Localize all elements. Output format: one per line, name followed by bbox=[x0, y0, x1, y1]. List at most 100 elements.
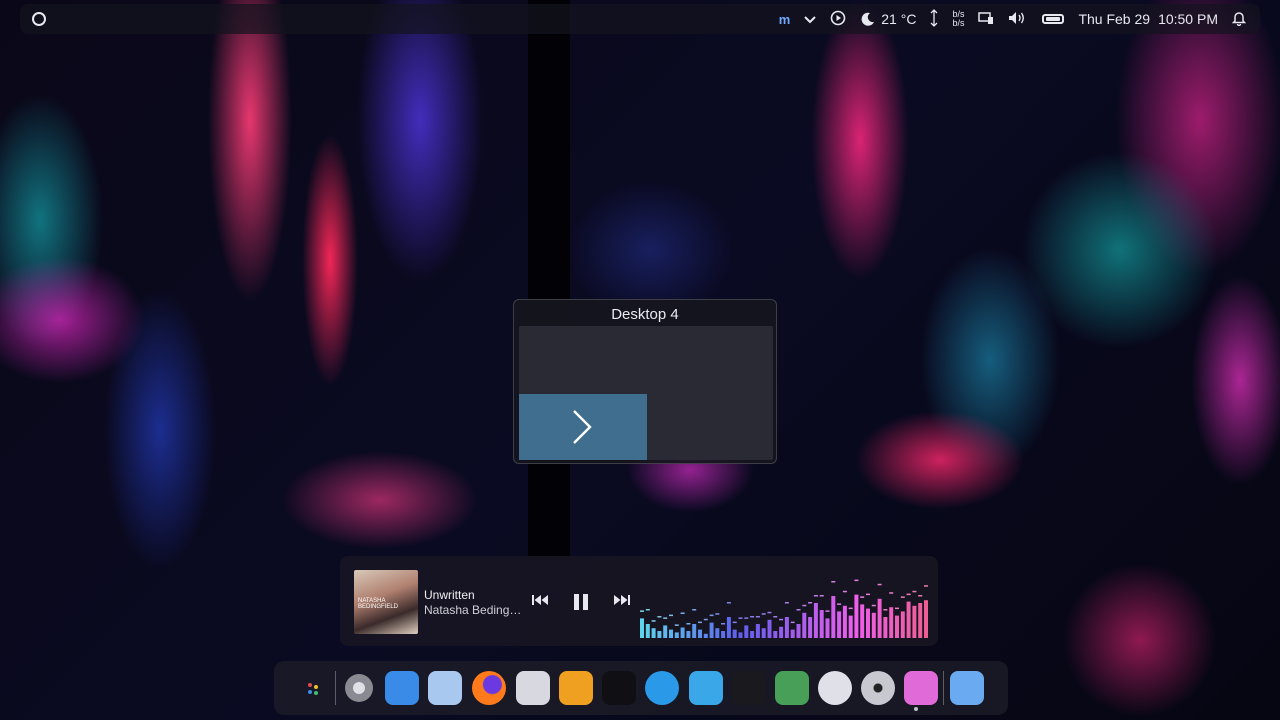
launcher-icon[interactable] bbox=[296, 671, 330, 705]
layers-icon[interactable] bbox=[559, 671, 593, 705]
visualizer-bar bbox=[692, 624, 697, 638]
bell-icon[interactable] bbox=[1231, 10, 1247, 29]
visualizer-bar bbox=[895, 615, 899, 638]
visualizer-bar bbox=[871, 612, 876, 638]
moon-icon bbox=[861, 12, 875, 26]
telegram-icon[interactable] bbox=[689, 671, 723, 705]
music-app-icon[interactable] bbox=[950, 671, 984, 705]
visualizer-peak bbox=[755, 616, 760, 618]
visualizer-peak bbox=[900, 596, 905, 598]
files-icon[interactable] bbox=[385, 671, 419, 705]
visualizer-peak bbox=[744, 617, 749, 619]
dock bbox=[274, 661, 1008, 715]
settings-icon[interactable] bbox=[342, 671, 376, 705]
visualizer-bar bbox=[854, 594, 859, 638]
visualizer-bar bbox=[767, 619, 772, 638]
visualizer-bar bbox=[640, 618, 644, 638]
active-workspace-tile[interactable] bbox=[519, 394, 647, 460]
disc-icon[interactable] bbox=[861, 671, 895, 705]
previous-track-button[interactable] bbox=[532, 592, 548, 608]
visualizer-peak bbox=[732, 621, 737, 624]
visualizer-bar bbox=[819, 610, 824, 638]
visualizer-peak bbox=[779, 618, 784, 621]
app-a-icon[interactable] bbox=[602, 671, 636, 705]
top-panel: m 21 °C b/s b/s Thu Feb 29 10:50 PM bbox=[20, 4, 1260, 34]
m-app-tray-icon[interactable]: m bbox=[779, 12, 791, 27]
visualizer-peak bbox=[674, 624, 679, 626]
arrows-updown-icon[interactable] bbox=[930, 8, 938, 30]
weather-indicator[interactable]: 21 °C bbox=[860, 11, 916, 27]
visualizer-peak bbox=[883, 609, 888, 611]
text-editor-icon[interactable] bbox=[516, 671, 550, 705]
visualizer-bar bbox=[912, 605, 917, 638]
visualizer-bar bbox=[924, 600, 928, 638]
visualizer-bar bbox=[761, 628, 766, 638]
visualizer-peak bbox=[837, 603, 842, 605]
album-cover: NATASHA BEDINGFIELD bbox=[354, 570, 418, 634]
visualizer-peak bbox=[871, 604, 876, 607]
visualizer-peak bbox=[738, 617, 743, 619]
visualizer-peak bbox=[866, 593, 870, 596]
visualizer-peak bbox=[750, 616, 755, 618]
visualizer-peak bbox=[831, 581, 836, 583]
visualizer-bar bbox=[918, 603, 923, 638]
visualizer-bar bbox=[744, 625, 749, 638]
visualizer-bar bbox=[831, 596, 836, 638]
visualizer-peak bbox=[663, 617, 668, 619]
temperature-label: 21 °C bbox=[881, 11, 917, 27]
visualizer-bar bbox=[663, 625, 668, 638]
display-icon[interactable] bbox=[978, 11, 994, 28]
visualizer-peak bbox=[790, 621, 795, 624]
visualizer-peak bbox=[842, 590, 847, 593]
battery-icon[interactable] bbox=[1042, 14, 1065, 24]
visualizer-peak bbox=[825, 610, 830, 612]
volume-icon[interactable] bbox=[1008, 11, 1028, 28]
visualizer-bar bbox=[686, 631, 691, 638]
skip-back-icon bbox=[532, 595, 548, 605]
network-speed[interactable]: b/s b/s bbox=[952, 10, 964, 28]
visualizer-bar bbox=[883, 617, 888, 638]
bag-icon[interactable] bbox=[428, 671, 462, 705]
visualizer-peak bbox=[767, 611, 772, 614]
visualizer-peak bbox=[761, 613, 766, 615]
visualizer-bar bbox=[779, 626, 784, 638]
visualizer-peak bbox=[651, 620, 656, 622]
visualizer-bar bbox=[784, 617, 789, 638]
visualizer-peak bbox=[854, 579, 859, 582]
chevron-down-icon[interactable] bbox=[804, 11, 816, 27]
visualizer-peak bbox=[698, 621, 702, 624]
album-cover-text: NATASHA BEDINGFIELD bbox=[358, 598, 399, 610]
visualizer-peak bbox=[796, 609, 801, 611]
clock[interactable]: Thu Feb 29 10:50 PM bbox=[1078, 11, 1218, 27]
visualizer-bar bbox=[825, 618, 830, 638]
visualizer-bar bbox=[877, 598, 882, 638]
visualizer-peak bbox=[669, 614, 673, 617]
visualizer-bar bbox=[732, 629, 737, 638]
chat-icon[interactable] bbox=[645, 671, 679, 705]
visualizer-peak bbox=[895, 607, 899, 610]
visualizer-peak bbox=[773, 616, 778, 618]
folder-icon[interactable] bbox=[775, 671, 809, 705]
visualizer-bar bbox=[645, 624, 650, 638]
next-track-button[interactable] bbox=[614, 592, 630, 608]
visualizer-peak bbox=[692, 609, 697, 611]
search-app-icon[interactable] bbox=[818, 671, 852, 705]
visualizer-bar bbox=[703, 633, 708, 638]
visualizer-bar bbox=[669, 629, 673, 638]
activities-button[interactable] bbox=[32, 12, 46, 26]
visualizer-bar bbox=[796, 624, 801, 638]
visualizer-bar bbox=[866, 608, 870, 638]
media-player: NATASHA BEDINGFIELD Unwritten Natasha Be… bbox=[340, 556, 938, 646]
visualizer-peak bbox=[686, 623, 691, 625]
visualizer-bar bbox=[698, 629, 702, 638]
visualizer-bar bbox=[721, 631, 726, 638]
system-tray: m 21 °C b/s b/s Thu Feb 29 10:50 PM bbox=[779, 4, 1247, 34]
visualizer-bar bbox=[726, 617, 731, 638]
visualizer-bar bbox=[790, 629, 795, 638]
play-circle-icon[interactable] bbox=[830, 10, 846, 29]
firefox-icon[interactable] bbox=[472, 671, 506, 705]
crop-app-icon[interactable] bbox=[904, 671, 938, 705]
pause-button[interactable] bbox=[572, 593, 590, 614]
m-app-icon[interactable] bbox=[732, 671, 766, 705]
workspace-switcher-popup: Desktop 4 bbox=[513, 299, 777, 464]
